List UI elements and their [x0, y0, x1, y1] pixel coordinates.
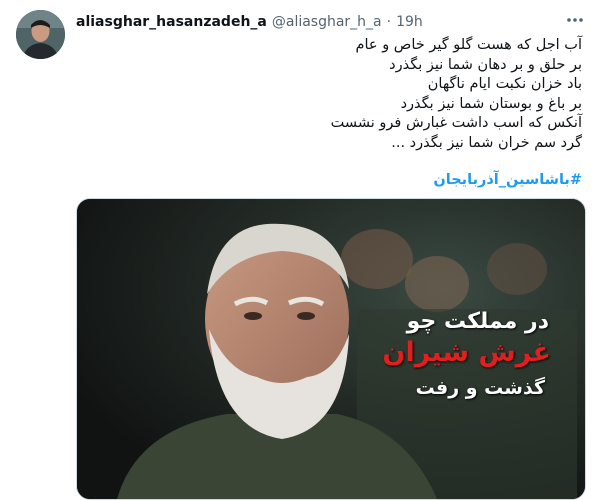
more-options-button[interactable] [564, 9, 586, 31]
avatar-photo [16, 10, 65, 59]
timestamp[interactable]: 19h [396, 14, 423, 30]
tweet-line: آب اجل که هست گلو گیر خاص و عام [355, 37, 582, 53]
tweet-text: آب اجل که هست گلو گیر خاص و عام بر حلق و… [200, 36, 582, 153]
overlay-text-line1: در مملکت چو [406, 309, 549, 334]
tweet-line: گرد سم خران شما نیز بگذرد ... [391, 134, 582, 151]
tweet-line: بر حلق و بر دهان شما نیز بگذرد [389, 56, 582, 73]
overlay-text-line3: گذشت و رفت [415, 377, 545, 399]
separator-dot: · [386, 14, 392, 30]
user-handle[interactable]: @aliasghar_h_a [272, 14, 382, 30]
tweet-line: باد خزان نکبت ایام ناگهان [427, 76, 582, 92]
avatar[interactable] [16, 10, 65, 59]
tweet-media-image[interactable]: در مملکت چو غرش شیران گذشت و رفت [76, 198, 586, 500]
tweet-line: آنکس که اسب داشت غبارش فرو نشست [330, 115, 582, 131]
hashtag-link[interactable]: #باشاسین_آذربایجان [200, 172, 582, 188]
tweet-header: aliasghar_hasanzadeh_a @aliasghar_h_a · … [76, 12, 423, 32]
display-name[interactable]: aliasghar_hasanzadeh_a [76, 14, 267, 30]
more-options-icon [567, 18, 583, 22]
overlay-text-line2: غرش شیران [382, 337, 551, 368]
tweet-line: بر باغ و بوستان شما نیز بگذرد [400, 95, 582, 112]
